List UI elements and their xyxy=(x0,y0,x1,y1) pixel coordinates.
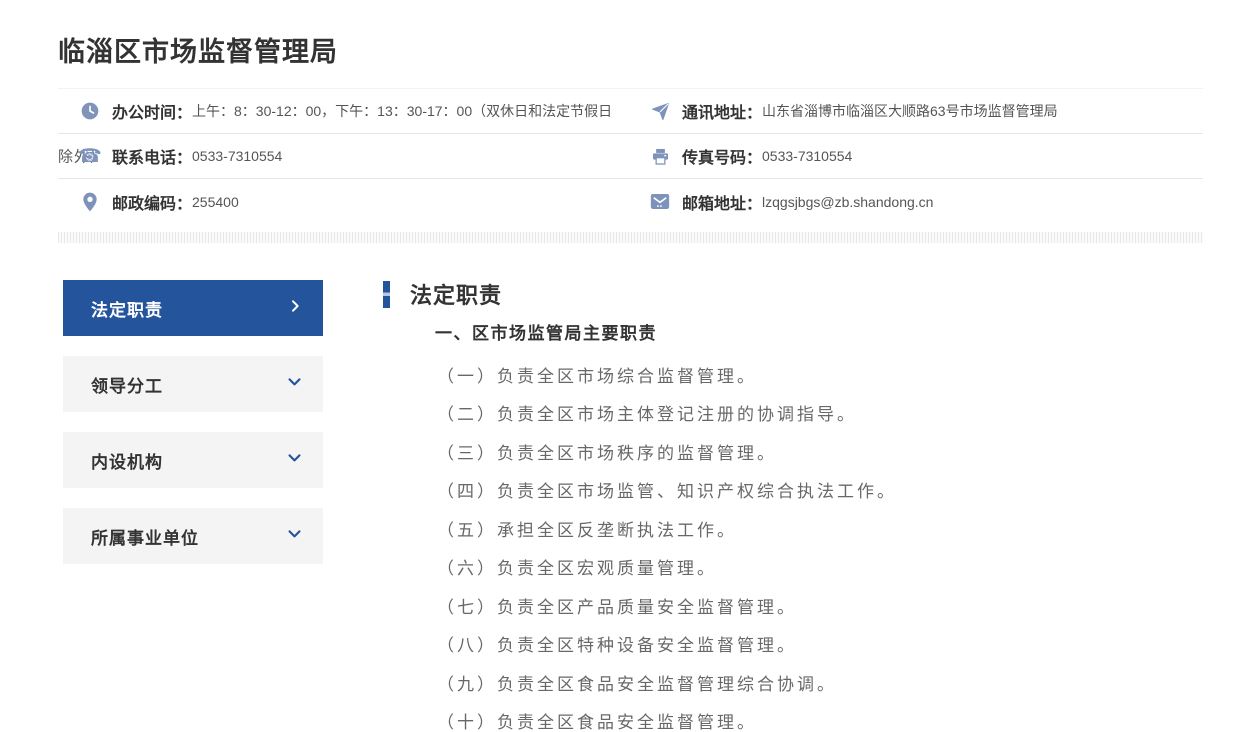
contact-address: 通讯地址： 山东省淄博市临淄区大顺路63号市场监督管理局 xyxy=(648,89,1203,134)
sidebar-item-label: 所属事业单位 xyxy=(91,528,199,548)
address-value: 山东省淄博市临淄区大顺路63号市场监督管理局 xyxy=(762,103,1058,119)
fax-value: 0533-7310554 xyxy=(762,148,853,164)
chevron-down-icon xyxy=(286,373,303,395)
duty-item: （三）负责全区市场秩序的监督管理。 xyxy=(437,443,777,463)
email-label: 邮箱地址： xyxy=(682,195,763,213)
duty-list: （一）负责全区市场综合监督管理。 （二）负责全区市场主体登记注册的协调指导。 （… xyxy=(437,355,1208,732)
send-icon xyxy=(650,101,670,121)
duty-item: （四）负责全区市场监管、知识产权综合执法工作。 xyxy=(437,482,897,502)
postcode-label: 邮政编码： xyxy=(112,195,193,213)
content-subheading: 一、区市场监管局主要职责 xyxy=(435,324,657,343)
fax-icon xyxy=(650,146,670,166)
main-content: 法定职责 一、区市场监管局主要职责 （一）负责全区市场综合监督管理。 （二）负责… xyxy=(383,278,1208,732)
clock-icon xyxy=(80,101,100,121)
page-title: 临淄区市场监督管理局 xyxy=(58,37,338,67)
duty-item: （七）负责全区产品质量安全监督管理。 xyxy=(437,597,797,617)
email-value: lzqgsjbgs@zb.shandong.cn xyxy=(762,193,934,210)
duty-item: （九）负责全区食品安全监督管理综合协调。 xyxy=(437,674,837,694)
chevron-right-icon xyxy=(287,298,303,319)
contact-info-panel: 办公时间： 上午：8：30-12：00，下午：13：30-17：00（双休日和法… xyxy=(58,88,1203,224)
fax-label: 传真号码： xyxy=(682,150,763,167)
duty-item: （十）负责全区食品安全监督管理。 xyxy=(437,713,757,732)
duty-item: （六）负责全区宏观质量管理。 xyxy=(437,559,717,579)
phone-icon: ☎ xyxy=(78,144,102,167)
hatched-divider xyxy=(58,232,1203,243)
sidebar-item-leadership[interactable]: 领导分工 xyxy=(63,356,323,412)
contact-office-hours: 办公时间： 上午：8：30-12：00，下午：13：30-17：00（双休日和法… xyxy=(58,89,648,134)
sidebar-nav: 法定职责 领导分工 内设机构 所属事业单位 xyxy=(63,280,323,584)
duty-item: （二）负责全区市场主体登记注册的协调指导。 xyxy=(437,405,857,425)
content-heading-row: 法定职责 xyxy=(383,278,1208,310)
duty-item: （一）负责全区市场综合监督管理。 xyxy=(437,366,757,386)
address-label: 通讯地址： xyxy=(682,105,763,122)
sidebar-item-legal-duties[interactable]: 法定职责 xyxy=(63,280,323,336)
sidebar-item-label: 法定职责 xyxy=(91,300,163,320)
postcode-value: 255400 xyxy=(192,193,239,210)
duty-item: （五）承担全区反垄断执法工作。 xyxy=(437,520,737,540)
mail-icon xyxy=(650,192,670,212)
heading-marker-bar xyxy=(383,280,390,308)
office-hours-value: 上午：8：30-12：00，下午：13：30-17：00（双休日和法定节假日 xyxy=(192,103,613,119)
sidebar-item-internal-departments[interactable]: 内设机构 xyxy=(63,432,323,488)
duty-item: （八）负责全区特种设备安全监督管理。 xyxy=(437,636,797,656)
pin-icon xyxy=(80,192,100,212)
phone-value: 0533-7310554 xyxy=(192,148,283,164)
chevron-down-icon xyxy=(286,449,303,471)
chevron-down-icon xyxy=(286,525,303,547)
sidebar-item-affiliated-institutions[interactable]: 所属事业单位 xyxy=(63,508,323,564)
page: 临淄区市场监督管理局 办公时间： 上午：8：30-12：00，下午：13：30-… xyxy=(0,0,1260,732)
office-hours-label: 办公时间： xyxy=(112,105,193,122)
contact-fax: 传真号码： 0533-7310554 xyxy=(648,134,1203,179)
sidebar-item-label: 内设机构 xyxy=(91,452,163,472)
phone-label: 联系电话： xyxy=(112,150,193,167)
contact-email: 邮箱地址： lzqgsjbgs@zb.shandong.cn xyxy=(648,179,1203,224)
sidebar-item-label: 领导分工 xyxy=(91,376,163,396)
contact-postcode: 邮政编码： 255400 xyxy=(58,179,648,224)
contact-phone: 除外） ☎ 联系电话： 0533-7310554 xyxy=(58,134,648,179)
content-heading: 法定职责 xyxy=(410,283,503,308)
